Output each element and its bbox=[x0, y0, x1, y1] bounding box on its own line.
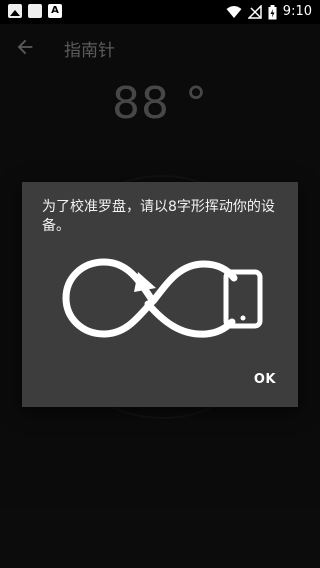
wifi-icon bbox=[226, 6, 242, 18]
photo-icon bbox=[8, 4, 22, 18]
status-notifications: A bbox=[8, 4, 62, 18]
status-bar: A 9:10 bbox=[0, 0, 320, 24]
screen: A 9:10 指南针 88 ° 为了校准罗盘，请以8字形挥动你的设备。 OK bbox=[0, 0, 320, 568]
ok-button[interactable]: OK bbox=[254, 372, 276, 387]
status-system: 9:10 bbox=[226, 3, 312, 21]
clock: 9:10 bbox=[282, 4, 312, 19]
square-icon bbox=[28, 4, 42, 18]
a-icon: A bbox=[48, 4, 62, 18]
dialog-message: 为了校准罗盘，请以8字形挥动你的设备。 bbox=[42, 199, 275, 234]
no-signal-icon bbox=[247, 5, 262, 19]
battery-charging-icon bbox=[268, 4, 277, 19]
calibration-dialog: 为了校准罗盘，请以8字形挥动你的设备。 OK bbox=[22, 182, 298, 407]
figure-eight-phone-icon bbox=[62, 258, 263, 338]
